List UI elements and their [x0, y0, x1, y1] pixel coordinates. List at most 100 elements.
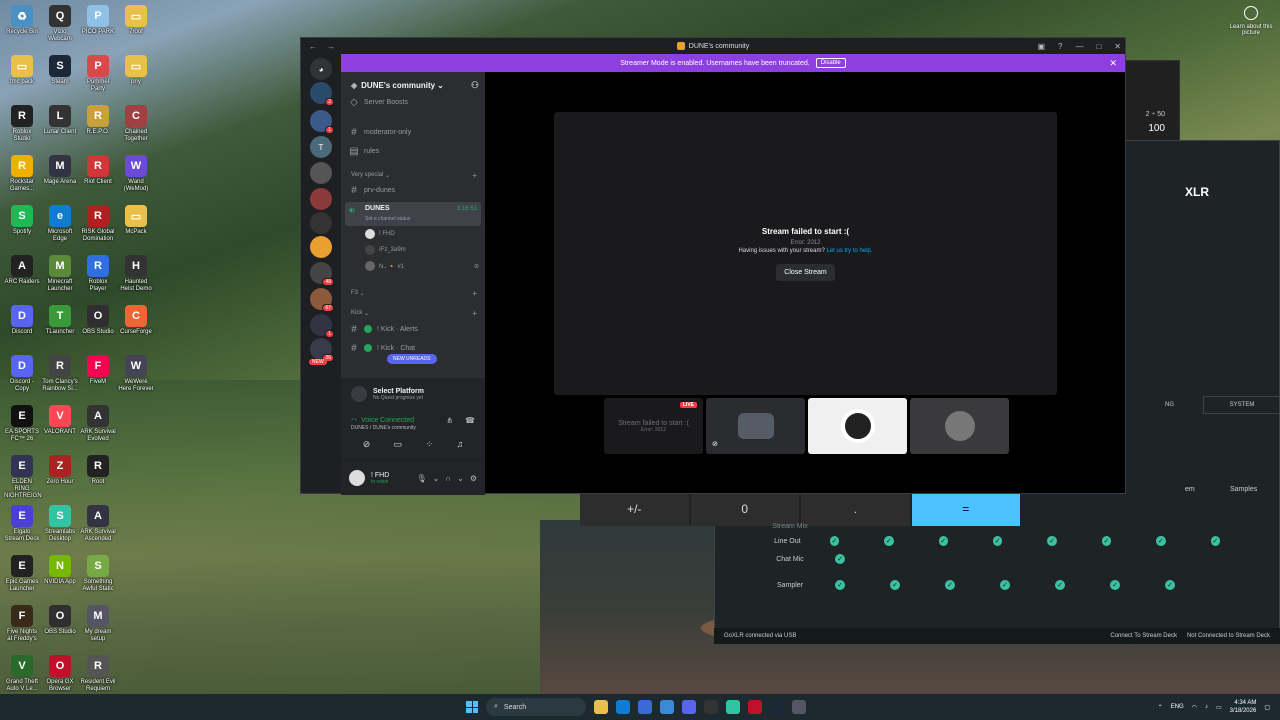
- activities-icon[interactable]: ⁘: [426, 439, 434, 450]
- minimize-icon[interactable]: —: [1075, 42, 1083, 51]
- desktop-icon[interactable]: E Epic Games Launcher: [4, 555, 40, 593]
- user-tile[interactable]: ⊘: [706, 398, 805, 454]
- opera-icon[interactable]: [748, 700, 762, 714]
- desktop-icon[interactable]: R Tom Clancy's Rainbow Si...: [42, 355, 78, 393]
- desktop-icon[interactable]: C Chained Together: [118, 105, 154, 143]
- desktop-icon[interactable]: M My dream setup: [80, 605, 116, 643]
- desktop-icon[interactable]: Q Vizio Webcam: [42, 5, 78, 43]
- wifi-icon[interactable]: ◠: [1192, 704, 1197, 711]
- desktop-icon[interactable]: ♻ Recycle Bin: [4, 5, 40, 36]
- desktop-icon[interactable]: A ARK Survival Evolved: [80, 405, 116, 443]
- help-link[interactable]: Let us try to help.: [827, 248, 873, 254]
- steam-icon[interactable]: [770, 700, 784, 714]
- desktop-icon[interactable]: E Elgato Stream Deck: [4, 505, 40, 543]
- server-icon[interactable]: 26: [310, 338, 334, 362]
- notification-icon[interactable]: ▢: [1264, 704, 1270, 711]
- edge-icon[interactable]: [616, 700, 630, 714]
- desktop-icon[interactable]: A ARK Survival Ascended: [80, 505, 116, 543]
- close-stream-button[interactable]: Close Stream: [776, 263, 835, 281]
- desktop-icon[interactable]: S Spotify: [4, 205, 40, 236]
- soundboard-icon[interactable]: ♫: [457, 439, 464, 450]
- desktop-icon[interactable]: A ARC Raiders: [4, 255, 40, 286]
- headphones-icon[interactable]: ∩: [445, 474, 451, 483]
- channel-rules[interactable]: ▤ rules: [349, 143, 479, 159]
- check-icon[interactable]: ✓: [835, 554, 845, 564]
- category-kick[interactable]: Kick ⌄ +: [351, 307, 477, 319]
- plus-icon[interactable]: +: [472, 289, 477, 298]
- check-icon[interactable]: ✓: [1210, 536, 1220, 546]
- desktop-icon[interactable]: E EA SPORTS FC™ 26: [4, 405, 40, 443]
- server-icon[interactable]: [310, 188, 332, 210]
- chevron-up-icon[interactable]: ⌃: [1158, 704, 1163, 711]
- desktop-icon[interactable]: V VALORANT: [42, 405, 78, 436]
- desktop-icon[interactable]: D Discord: [4, 305, 40, 336]
- desktop-icon[interactable]: R Rockstar Games...: [4, 155, 40, 193]
- stream-tile[interactable]: LIVE Stream failed to start :( Error: 20…: [604, 398, 703, 454]
- discord-icon[interactable]: [682, 700, 696, 714]
- desktop-icon[interactable]: F FiveM: [80, 355, 116, 386]
- server-icon[interactable]: [310, 162, 332, 184]
- desktop-icon[interactable]: M Mage Arena: [42, 155, 78, 186]
- close-icon[interactable]: ✕: [1114, 42, 1121, 51]
- desktop-icon[interactable]: ▭ pny: [118, 55, 154, 86]
- desktop-icon[interactable]: F Five Nights at Freddy's: [4, 605, 40, 643]
- learn-about-picture[interactable]: Learn about this picture: [1228, 6, 1274, 36]
- mail-icon[interactable]: [660, 700, 674, 714]
- server-icon[interactable]: 2: [310, 82, 334, 106]
- server-boosts[interactable]: ◇ Server Boosts: [349, 94, 479, 110]
- disconnect-icon[interactable]: ☎: [465, 416, 475, 425]
- disable-button[interactable]: Disable: [815, 58, 846, 68]
- desktop-icon[interactable]: P PICO PARK: [80, 5, 116, 36]
- check-icon[interactable]: ✓: [938, 536, 948, 546]
- check-icon[interactable]: ✓: [945, 580, 955, 590]
- channel-prv-dunes[interactable]: # prv-dunes: [349, 182, 479, 198]
- voice-user[interactable]: IFz_3a9m: [365, 243, 479, 257]
- desktop-icon[interactable]: W WeWere Here Forever: [118, 355, 154, 393]
- check-icon[interactable]: ✓: [1110, 580, 1120, 590]
- desktop-icon[interactable]: E ELDEN RING NIGHTREIGN: [4, 455, 42, 500]
- check-icon[interactable]: ✓: [1000, 580, 1010, 590]
- desktop-icon[interactable]: Z Zero Hour: [42, 455, 78, 486]
- desktop-icon[interactable]: R Riot Client: [80, 155, 116, 186]
- tab-system[interactable]: SYSTEM: [1203, 396, 1280, 414]
- desktop-icon[interactable]: O Opera GX Browser: [42, 655, 78, 693]
- channel-status[interactable]: Set a channel status: [365, 216, 410, 222]
- new-unreads-pill[interactable]: NEW UNREADS: [387, 354, 437, 364]
- gear-icon[interactable]: ⚙: [470, 474, 477, 483]
- user-tile[interactable]: [910, 398, 1009, 454]
- voice-connected-label[interactable]: Voice Connected: [361, 417, 414, 424]
- chevron-down-icon[interactable]: ⌄: [457, 474, 464, 483]
- desktop-icon[interactable]: V Grand Theft Auto V Le...: [4, 655, 40, 693]
- clock[interactable]: 4:34 AM 3/18/2026: [1230, 699, 1257, 715]
- server-icon[interactable]: T: [310, 136, 332, 158]
- help-icon[interactable]: ?: [1058, 42, 1062, 51]
- check-icon[interactable]: ✓: [1047, 536, 1057, 546]
- check-icon[interactable]: ✓: [1101, 536, 1112, 546]
- check-icon[interactable]: ✓: [884, 536, 894, 546]
- category-f3[interactable]: F3 ⌄ +: [351, 287, 477, 299]
- server-icon[interactable]: 48: [310, 262, 334, 286]
- desktop-icon[interactable]: R Resident Evil Requiem: [80, 655, 116, 693]
- check-icon[interactable]: ✓: [992, 536, 1003, 546]
- server-icon[interactable]: 1: [310, 314, 334, 338]
- voice-channel-dunes[interactable]: 🔊︎ DUNES 3:16:51 Set a channel status: [345, 202, 481, 226]
- app-icon[interactable]: [792, 700, 806, 714]
- check-icon[interactable]: ✓: [1165, 580, 1175, 590]
- desktop-icon[interactable]: R RISK Global Domination: [80, 205, 116, 243]
- desktop-icon[interactable]: e Microsoft Edge: [42, 205, 78, 243]
- battery-icon[interactable]: ▭: [1216, 704, 1222, 711]
- desktop-icon[interactable]: S Streamlabs Desktop: [42, 505, 78, 543]
- volume-icon[interactable]: ♪: [1205, 704, 1208, 710]
- add-user-icon[interactable]: ⚇: [471, 80, 479, 91]
- channel-moderator-only[interactable]: # moderator-only: [349, 124, 479, 140]
- noise-suppression-icon[interactable]: ⋔: [446, 416, 453, 425]
- desktop-icon[interactable]: S Steam: [42, 55, 78, 86]
- desktop-icon[interactable]: R Roblox Player: [80, 255, 116, 293]
- app-icon[interactable]: [704, 700, 718, 714]
- channel-kick-alerts[interactable]: # ! Kick · Alerts: [349, 321, 479, 337]
- microphone-icon[interactable]: 🎙︎: [417, 474, 427, 483]
- maximize-icon[interactable]: □: [1096, 42, 1101, 51]
- server-icon[interactable]: 67: [310, 288, 334, 312]
- desktop-icon[interactable]: H Haunted Heist Demo: [118, 255, 154, 293]
- desktop-icon[interactable]: T TLauncher: [42, 305, 78, 336]
